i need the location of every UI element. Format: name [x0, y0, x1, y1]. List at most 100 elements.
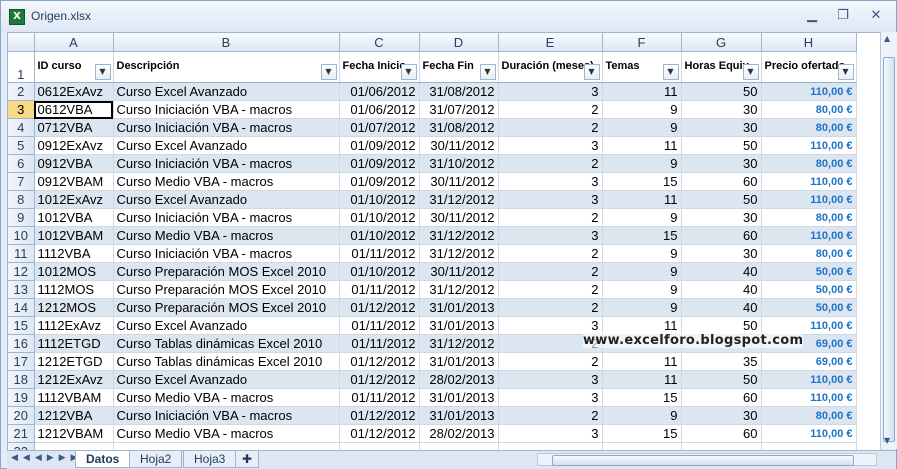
table-cell[interactable]: 01/10/2012: [339, 262, 420, 281]
table-header-cell[interactable]: Fecha Fin ▼: [419, 51, 499, 83]
table-cell[interactable]: Curso Iniciación VBA - macros: [113, 100, 340, 119]
table-cell[interactable]: Curso Preparación MOS Excel 2010: [113, 280, 340, 299]
table-cell[interactable]: 0912ExAvz: [34, 136, 114, 155]
table-cell[interactable]: 31/12/2012: [419, 334, 499, 353]
table-cell[interactable]: 31/01/2013: [419, 298, 499, 317]
table-cell[interactable]: Curso Iniciación VBA - macros: [113, 244, 340, 263]
table-cell[interactable]: 50,00 €: [761, 280, 857, 299]
row-header[interactable]: 6: [8, 154, 35, 173]
spreadsheet-grid[interactable]: A B C D E F G H 1 ID curso ▼ Descripción ▼ Fecha Inic…: [7, 32, 882, 451]
table-cell[interactable]: 3: [498, 82, 603, 101]
table-cell[interactable]: 31/12/2012: [419, 226, 499, 245]
table-cell[interactable]: 2: [498, 352, 603, 371]
table-cell[interactable]: Curso Medio VBA - macros: [113, 424, 340, 443]
filter-dropdown-icon[interactable]: ▼: [479, 64, 496, 80]
row-header[interactable]: 14: [8, 298, 35, 317]
table-cell[interactable]: Curso Excel Avanzado: [113, 136, 340, 155]
table-cell[interactable]: 1112VBAM: [34, 388, 114, 407]
table-cell[interactable]: 50: [681, 316, 762, 335]
table-cell[interactable]: 2: [498, 406, 603, 425]
table-cell[interactable]: 01/12/2012: [339, 352, 420, 371]
table-cell[interactable]: 1212ETGD: [34, 352, 114, 371]
table-cell[interactable]: 11: [602, 370, 682, 389]
filter-dropdown-icon[interactable]: ▼: [400, 64, 417, 80]
table-cell[interactable]: 31/08/2012: [419, 82, 499, 101]
table-cell[interactable]: 31/01/2013: [419, 406, 499, 425]
table-cell[interactable]: Curso Iniciación VBA - macros: [113, 118, 340, 137]
table-cell[interactable]: 110,00 €: [761, 82, 857, 101]
table-cell[interactable]: 2: [498, 262, 603, 281]
table-cell[interactable]: 30: [681, 118, 762, 137]
table-cell[interactable]: 2: [498, 208, 603, 227]
row-header[interactable]: 5: [8, 136, 35, 155]
restore-icon[interactable]: ❐: [832, 8, 854, 24]
table-cell[interactable]: 01/11/2012: [339, 388, 420, 407]
vertical-scroll-thumb[interactable]: [883, 57, 895, 442]
table-cell[interactable]: 11: [602, 352, 682, 371]
table-cell[interactable]: 110,00 €: [761, 370, 857, 389]
table-cell[interactable]: 1112ExAvz: [34, 316, 114, 335]
row-header[interactable]: 15: [8, 316, 35, 335]
table-cell[interactable]: 40: [681, 298, 762, 317]
table-cell[interactable]: 40: [681, 280, 762, 299]
sheet-tab-hoja2[interactable]: Hoja2: [129, 451, 183, 468]
close-icon[interactable]: ✕: [865, 8, 887, 24]
table-cell[interactable]: 9: [602, 118, 682, 137]
table-header-cell[interactable]: Horas Equiv ▼: [681, 51, 762, 83]
table-cell[interactable]: 110,00 €: [761, 388, 857, 407]
row-header[interactable]: 8: [8, 190, 35, 209]
table-cell[interactable]: 30/11/2012: [419, 262, 499, 281]
table-cell[interactable]: 30: [681, 244, 762, 263]
table-header-cell[interactable]: Fecha Inicio ▼: [339, 51, 420, 83]
row-header[interactable]: 18: [8, 370, 35, 389]
table-cell[interactable]: 2: [498, 118, 603, 137]
column-header-g[interactable]: G: [681, 33, 762, 52]
table-cell[interactable]: 9: [602, 406, 682, 425]
table-cell[interactable]: 28/02/2013: [419, 370, 499, 389]
table-cell[interactable]: 80,00 €: [761, 100, 857, 119]
table-cell[interactable]: Curso Tablas dinámicas Excel 2010: [113, 334, 340, 353]
table-header-cell[interactable]: Duración (meses) ▼: [498, 51, 603, 83]
row-header[interactable]: 12: [8, 262, 35, 281]
table-cell[interactable]: 01/11/2012: [339, 244, 420, 263]
table-cell[interactable]: 31/01/2013: [419, 388, 499, 407]
table-cell[interactable]: 2: [498, 154, 603, 173]
row-header[interactable]: 13: [8, 280, 35, 299]
table-cell[interactable]: 9: [602, 100, 682, 119]
table-cell[interactable]: 1012VBA: [34, 208, 114, 227]
table-cell[interactable]: 1212ExAvz: [34, 370, 114, 389]
filter-dropdown-icon[interactable]: ▼: [583, 64, 600, 80]
row-header[interactable]: 17: [8, 352, 35, 371]
table-cell[interactable]: 31/08/2012: [419, 118, 499, 137]
table-cell[interactable]: 9: [602, 262, 682, 281]
table-header-cell[interactable]: ID curso ▼: [34, 51, 114, 83]
table-cell[interactable]: Curso Medio VBA - macros: [113, 226, 340, 245]
table-cell[interactable]: 60: [681, 226, 762, 245]
table-cell[interactable]: 15: [602, 172, 682, 191]
filter-dropdown-icon[interactable]: ▼: [837, 64, 854, 80]
table-cell[interactable]: 30: [681, 406, 762, 425]
table-cell[interactable]: 30: [681, 154, 762, 173]
table-cell[interactable]: Curso Excel Avanzado: [113, 316, 340, 335]
table-cell[interactable]: 1212VBA: [34, 406, 114, 425]
table-cell[interactable]: 50: [681, 190, 762, 209]
table-cell[interactable]: 110,00 €: [761, 190, 857, 209]
table-cell[interactable]: 1012VBAM: [34, 226, 114, 245]
table-cell[interactable]: 1012ExAvz: [34, 190, 114, 209]
table-cell[interactable]: 80,00 €: [761, 244, 857, 263]
table-cell[interactable]: Curso Excel Avanzado: [113, 190, 340, 209]
row-header[interactable]: 20: [8, 406, 35, 425]
table-cell[interactable]: 01/11/2012: [339, 316, 420, 335]
filter-dropdown-icon[interactable]: ▼: [94, 64, 111, 80]
table-cell[interactable]: 0612ExAvz: [34, 82, 114, 101]
table-cell[interactable]: 3: [498, 424, 603, 443]
table-cell[interactable]: 3: [498, 388, 603, 407]
table-header-cell[interactable]: Descripción ▼: [113, 51, 340, 83]
column-header-c[interactable]: C: [339, 33, 420, 52]
table-cell[interactable]: 11: [602, 316, 682, 335]
table-cell[interactable]: 80,00 €: [761, 118, 857, 137]
vertical-scrollbar[interactable]: ▲ ▼: [880, 32, 897, 449]
table-header-cell[interactable]: Precio ofertado ▼: [761, 51, 857, 83]
column-header-h[interactable]: H: [761, 33, 857, 52]
table-cell[interactable]: 31/07/2012: [419, 100, 499, 119]
